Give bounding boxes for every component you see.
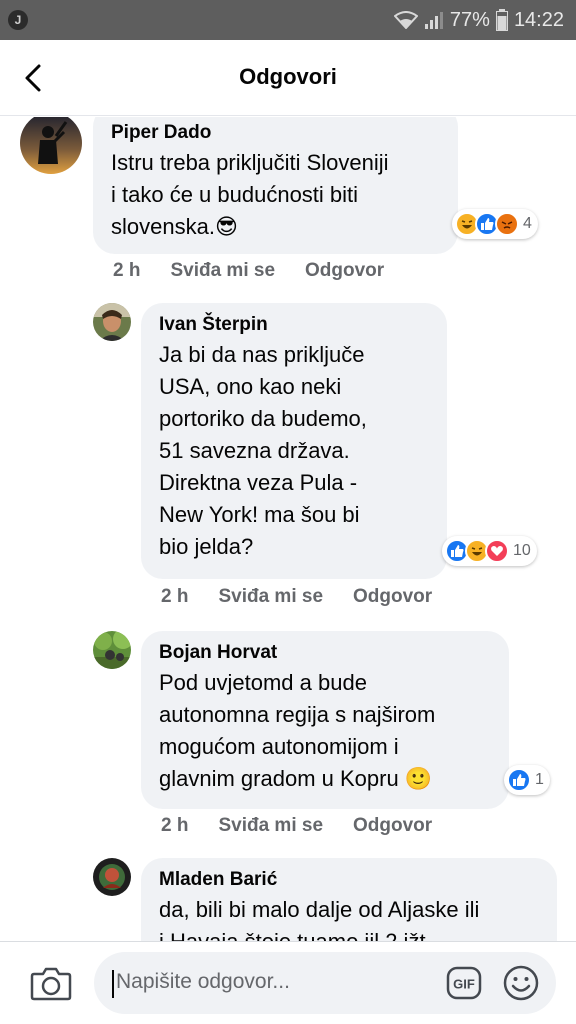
reply-input[interactable]: Napišite odgovor... GIF	[94, 952, 556, 1014]
comment-author[interactable]: Mladen Barić	[159, 866, 539, 894]
header: Odgovori	[0, 40, 576, 116]
gif-label: GIF	[453, 977, 475, 992]
comment-author[interactable]: Ivan Šterpin	[159, 311, 429, 339]
avatar[interactable]	[93, 858, 131, 896]
reaction-count: 10	[513, 542, 531, 559]
reaction-summary[interactable]: 4	[452, 209, 538, 239]
avatar[interactable]	[93, 303, 131, 341]
text-cursor	[112, 970, 114, 998]
status-bar: J 77% 14:22	[0, 0, 576, 40]
comment-text: da, bili bi malo dalje od Aljaske ili i …	[159, 897, 480, 941]
reply-composer: Napišite odgovor... GIF	[0, 941, 576, 1024]
comment-actions: 2 h Sviđa mi se Odgovor	[161, 586, 432, 608]
reaction-summary[interactable]: 10	[442, 536, 537, 566]
reply-button[interactable]: Odgovor	[353, 815, 432, 837]
comment-bubble[interactable]: Bojan Horvat Pod uvjetomd a bude autonom…	[141, 631, 509, 809]
clock: 14:22	[513, 8, 564, 31]
comment-text: Ja bi da nas priključe USA, ono kao neki…	[159, 342, 367, 559]
comment-text: Istru treba priključiti Sloveniji i tako…	[111, 150, 389, 239]
love-icon	[485, 539, 509, 563]
angry-icon	[495, 212, 519, 236]
comment-author[interactable]: Bojan Horvat	[159, 639, 491, 667]
comment-text: Pod uvjetomd a bude autonomna regija s n…	[159, 670, 436, 791]
like-button[interactable]: Sviđa mi se	[218, 815, 323, 837]
battery-percent: 77%	[449, 8, 490, 31]
replies-feed[interactable]: Piper Dado Istru treba priključiti Slove…	[0, 117, 576, 941]
like-icon	[507, 768, 531, 792]
reply-button[interactable]: Odgovor	[305, 260, 384, 282]
page-title: Odgovori	[239, 64, 337, 89]
battery-icon	[495, 9, 508, 31]
camera-icon[interactable]	[30, 964, 72, 1002]
comment-bubble[interactable]: Ivan Šterpin Ja bi da nas priključe USA,…	[141, 303, 447, 579]
like-button[interactable]: Sviđa mi se	[218, 586, 323, 608]
wifi-icon	[393, 11, 418, 29]
reaction-summary[interactable]: 1	[504, 765, 550, 795]
avatar[interactable]	[93, 631, 131, 669]
avatar[interactable]	[20, 117, 82, 174]
reaction-count: 1	[535, 771, 544, 788]
reply-input-placeholder: Napišite odgovor...	[116, 970, 290, 993]
reply-button[interactable]: Odgovor	[353, 586, 432, 608]
comment-actions: 2 h Sviđa mi se Odgovor	[113, 260, 384, 282]
emoji-icon[interactable]	[502, 964, 540, 1002]
signal-icon	[424, 12, 443, 29]
comment-bubble[interactable]: Mladen Barić da, bili bi malo dalje od A…	[141, 858, 557, 941]
like-button[interactable]: Sviđa mi se	[170, 260, 275, 282]
gif-button[interactable]: GIF	[446, 966, 482, 1000]
comment-time[interactable]: 2 h	[113, 260, 140, 282]
app-notification-icon: J	[8, 10, 28, 30]
reaction-count: 4	[523, 215, 532, 232]
comment-time[interactable]: 2 h	[161, 586, 188, 608]
comment-bubble[interactable]: Piper Dado Istru treba priključiti Slove…	[93, 117, 458, 254]
comment-author[interactable]: Piper Dado	[111, 119, 440, 147]
status-indicators: 77% 14:22	[393, 8, 564, 32]
comment-time[interactable]: 2 h	[161, 815, 188, 837]
comment-actions: 2 h Sviđa mi se Odgovor	[161, 815, 432, 837]
